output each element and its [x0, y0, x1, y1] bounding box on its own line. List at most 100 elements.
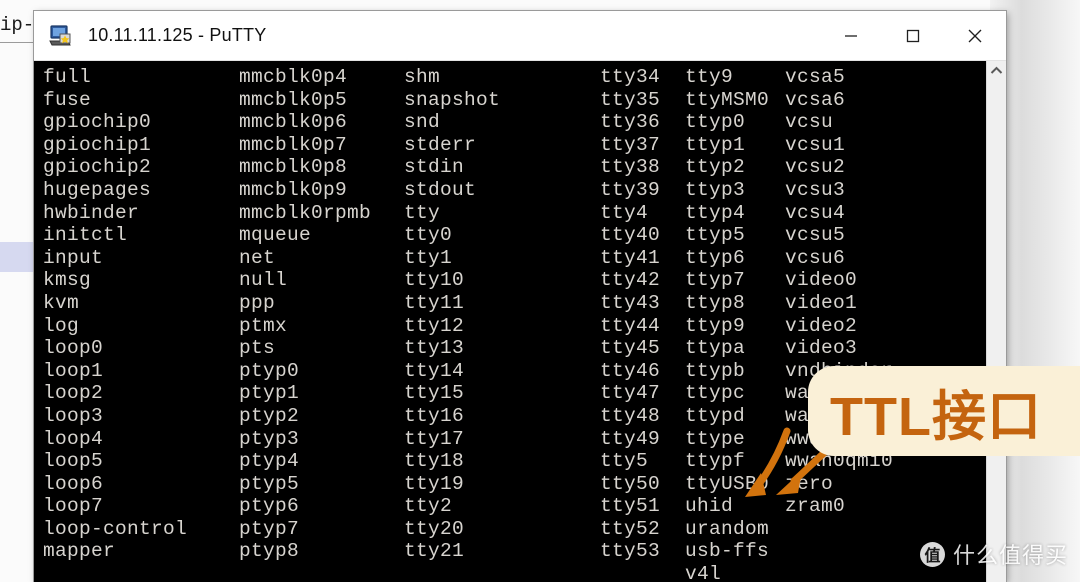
background-truncated-text: ip-	[0, 14, 35, 36]
terminal-entry: hugepages	[43, 178, 152, 201]
terminal-entry: ptyp0	[239, 359, 300, 382]
minimize-button[interactable]	[820, 11, 882, 60]
terminal-entry: ttyp1	[685, 133, 746, 156]
terminal-entry: fuse	[43, 88, 92, 111]
terminal-entry: loop0	[43, 337, 104, 360]
terminal-entry	[600, 563, 685, 582]
terminal-entry: tty4	[600, 201, 649, 224]
terminal-entry: loop4	[43, 427, 104, 450]
terminal-entry: tty18	[404, 450, 465, 473]
column-1: full fuse gpiochip0 gpiochip1 gpiochip2 hugep…	[34, 66, 239, 582]
terminal-entry: ttypf	[685, 450, 746, 473]
putty-computer-icon	[48, 23, 74, 49]
terminal-entry: kvm	[43, 291, 80, 314]
terminal-entry: vcsu	[785, 111, 834, 134]
terminal-entry: zero	[785, 472, 834, 495]
terminal-entry: ttyp5	[685, 224, 746, 247]
callout-bubble: TTL接口	[808, 366, 1080, 456]
terminal-entry: tty50	[600, 472, 661, 495]
column-4: tty34 tty35 tty36 tty37 tty38 tty39 tty4 tty40 t…	[600, 66, 685, 582]
window-title: 10.11.11.125 - PuTTY	[88, 25, 267, 45]
column-6: vcsa5 vcsa6 vcsu vcsu1 vcsu2 vcsu3 vcsu4 vcsu5 v…	[785, 66, 915, 582]
terminal-entry: mmcblk0p5	[239, 88, 348, 111]
terminal-entry: gpiochip2	[43, 156, 152, 179]
terminal-entry: tty53	[600, 540, 661, 563]
maximize-button[interactable]	[882, 11, 944, 60]
terminal-entry: ptyp1	[239, 382, 300, 405]
terminal-entry: video2	[785, 314, 858, 337]
terminal-entry: tty52	[600, 517, 661, 540]
terminal-entry: ptmx	[239, 314, 288, 337]
terminal-entry: tty37	[600, 133, 661, 156]
terminal-entry: ppp	[239, 291, 276, 314]
terminal-entry: loop5	[43, 450, 104, 473]
terminal-entry: loop1	[43, 359, 104, 382]
terminal-entry	[404, 563, 600, 582]
close-button[interactable]	[944, 11, 1006, 60]
terminal-entry: snd	[404, 111, 441, 134]
terminal-entry: tty47	[600, 382, 661, 405]
terminal-entry: snapshot	[404, 88, 501, 111]
terminal-entry: zram0	[785, 495, 846, 518]
terminal-entry: loop7	[43, 495, 104, 518]
terminal-entry: null	[239, 269, 288, 292]
terminal-entry: loop-control	[43, 517, 188, 540]
terminal-entry: video3	[785, 337, 858, 360]
terminal-entry: tty46	[600, 359, 661, 382]
terminal-entry: tty48	[600, 404, 661, 427]
terminal-entry: tty10	[404, 269, 465, 292]
terminal-entry: kmsg	[43, 269, 92, 292]
terminal-entry: ttyUSB0	[685, 472, 770, 495]
terminal-entry: ttyp6	[685, 246, 746, 269]
terminal-entry	[785, 563, 915, 582]
terminal-entry: tty34	[600, 66, 661, 88]
terminal-entry	[785, 540, 915, 563]
terminal-entry: tty36	[600, 111, 661, 134]
window-titlebar[interactable]: 10.11.11.125 - PuTTY	[34, 11, 1006, 61]
callout-label: TTL接口	[830, 386, 1042, 447]
terminal-entry: vcsu1	[785, 133, 846, 156]
terminal-scrollbar[interactable]	[986, 61, 1006, 582]
terminal-entry: log	[43, 314, 80, 337]
terminal-entry: loop3	[43, 404, 104, 427]
terminal-output[interactable]: full fuse gpiochip0 gpiochip1 gpiochip2 hugep…	[34, 61, 1006, 582]
terminal-entry: video1	[785, 291, 858, 314]
terminal-entry	[239, 563, 404, 582]
terminal-entry: uhid	[685, 495, 734, 518]
terminal-entry: tty21	[404, 540, 465, 563]
terminal-entry: ttyp9	[685, 314, 746, 337]
terminal-entry: tty42	[600, 269, 661, 292]
terminal-entry: ttypc	[685, 382, 746, 405]
terminal-entry: v4l	[685, 563, 722, 582]
terminal-entry: tty12	[404, 314, 465, 337]
terminal-entry: mmcblk0p6	[239, 111, 348, 134]
putty-window: 10.11.11.125 - PuTTY full fuse gpiochip0 gp…	[34, 11, 1006, 582]
terminal-entry: tty14	[404, 359, 465, 382]
terminal-entry: vcsa6	[785, 88, 846, 111]
terminal-entry: ttypa	[685, 337, 746, 360]
terminal-entry: usb-ffs	[685, 540, 770, 563]
terminal-entry: hwbinder	[43, 201, 140, 224]
scroll-up-icon[interactable]	[987, 61, 1006, 80]
terminal-entry: ttyp2	[685, 156, 746, 179]
terminal-entry: tty40	[600, 224, 661, 247]
terminal-entry: ptyp5	[239, 472, 300, 495]
terminal-columns: full fuse gpiochip0 gpiochip1 gpiochip2 hugep…	[34, 61, 915, 582]
terminal-entry: urandom	[685, 517, 770, 540]
terminal-entry: stdin	[404, 156, 465, 179]
terminal-entry: input	[43, 246, 104, 269]
terminal-entry: ptyp8	[239, 540, 300, 563]
terminal-entry: vcsu6	[785, 246, 846, 269]
terminal-entry: ptyp2	[239, 404, 300, 427]
terminal-entry: ptyp3	[239, 427, 300, 450]
terminal-entry: ttype	[685, 427, 746, 450]
terminal-entry: mmcblk0p4	[239, 66, 348, 88]
terminal-entry: ttyp4	[685, 201, 746, 224]
terminal-entry: tty41	[600, 246, 661, 269]
terminal-entry: tty39	[600, 178, 661, 201]
terminal-entry: tty43	[600, 291, 661, 314]
terminal-entry: tty17	[404, 427, 465, 450]
terminal-entry: mmcblk0p9	[239, 178, 348, 201]
terminal-entry: tty35	[600, 88, 661, 111]
window-controls	[820, 11, 1006, 60]
